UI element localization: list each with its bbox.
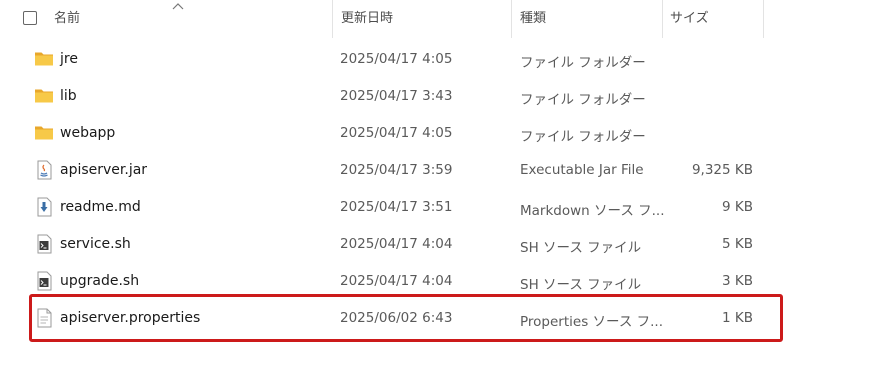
folder-icon bbox=[35, 126, 53, 140]
file-type: ファイル フォルダー bbox=[520, 55, 646, 71]
folder-icon bbox=[35, 52, 53, 66]
file-row-jre[interactable]: jre 2025/04/17 4:05 ファイル フォルダー bbox=[0, 41, 869, 78]
select-all-checkbox[interactable] bbox=[23, 11, 37, 25]
file-modified: 2025/04/17 4:04 bbox=[340, 273, 453, 289]
file-type: Markdown ソース フ... bbox=[520, 203, 665, 219]
file-modified: 2025/04/17 3:51 bbox=[340, 199, 453, 215]
file-name: service.sh bbox=[60, 236, 131, 252]
markdown-file-icon bbox=[37, 197, 52, 217]
file-name: webapp bbox=[60, 125, 116, 141]
column-header-bar: 名前 更新日時 種類 サイズ bbox=[0, 0, 869, 38]
file-row-readme-md[interactable]: readme.md 2025/04/17 3:51 Markdown ソース フ… bbox=[0, 189, 869, 226]
file-type: SH ソース ファイル bbox=[520, 240, 642, 256]
highlight-annotation-box bbox=[29, 294, 783, 342]
column-header-modified[interactable]: 更新日時 bbox=[341, 0, 393, 38]
file-name: lib bbox=[60, 88, 77, 104]
file-name: jre bbox=[60, 51, 78, 67]
sort-ascending-icon bbox=[172, 3, 184, 10]
file-modified: 2025/04/17 4:05 bbox=[340, 125, 453, 141]
file-name: apiserver.jar bbox=[60, 162, 148, 178]
file-row-lib[interactable]: lib 2025/04/17 3:43 ファイル フォルダー bbox=[0, 78, 869, 115]
column-header-type[interactable]: 種類 bbox=[520, 0, 546, 38]
file-type: ファイル フォルダー bbox=[520, 129, 646, 145]
file-modified: 2025/04/17 3:43 bbox=[340, 88, 453, 104]
file-type: Executable Jar File bbox=[520, 162, 644, 178]
java-jar-icon bbox=[37, 160, 52, 180]
shell-script-icon bbox=[37, 271, 52, 291]
file-size: 5 KB bbox=[722, 236, 753, 252]
file-name: upgrade.sh bbox=[60, 273, 140, 289]
file-size: 3 KB bbox=[722, 273, 753, 289]
file-name: readme.md bbox=[60, 199, 141, 215]
file-modified: 2025/04/17 4:04 bbox=[340, 236, 453, 252]
file-type: ファイル フォルダー bbox=[520, 92, 646, 108]
file-row-webapp[interactable]: webapp 2025/04/17 4:05 ファイル フォルダー bbox=[0, 115, 869, 152]
column-divider[interactable] bbox=[511, 0, 512, 38]
column-divider[interactable] bbox=[662, 0, 663, 38]
folder-icon bbox=[35, 89, 53, 103]
column-divider[interactable] bbox=[332, 0, 333, 38]
file-size: 9,325 KB bbox=[691, 162, 753, 178]
file-row-service-sh[interactable]: service.sh 2025/04/17 4:04 SH ソース ファイル 5… bbox=[0, 226, 869, 263]
file-modified: 2025/04/17 4:05 bbox=[340, 51, 453, 67]
file-type: SH ソース ファイル bbox=[520, 277, 642, 293]
column-divider[interactable] bbox=[763, 0, 764, 38]
file-row-apiserver-jar[interactable]: apiserver.jar 2025/04/17 3:59 Executable… bbox=[0, 152, 869, 189]
file-size: 9 KB bbox=[722, 199, 753, 215]
column-header-name[interactable]: 名前 bbox=[54, 0, 80, 38]
shell-script-icon bbox=[37, 234, 52, 254]
file-modified: 2025/04/17 3:59 bbox=[340, 162, 453, 178]
column-header-size[interactable]: サイズ bbox=[670, 0, 709, 38]
